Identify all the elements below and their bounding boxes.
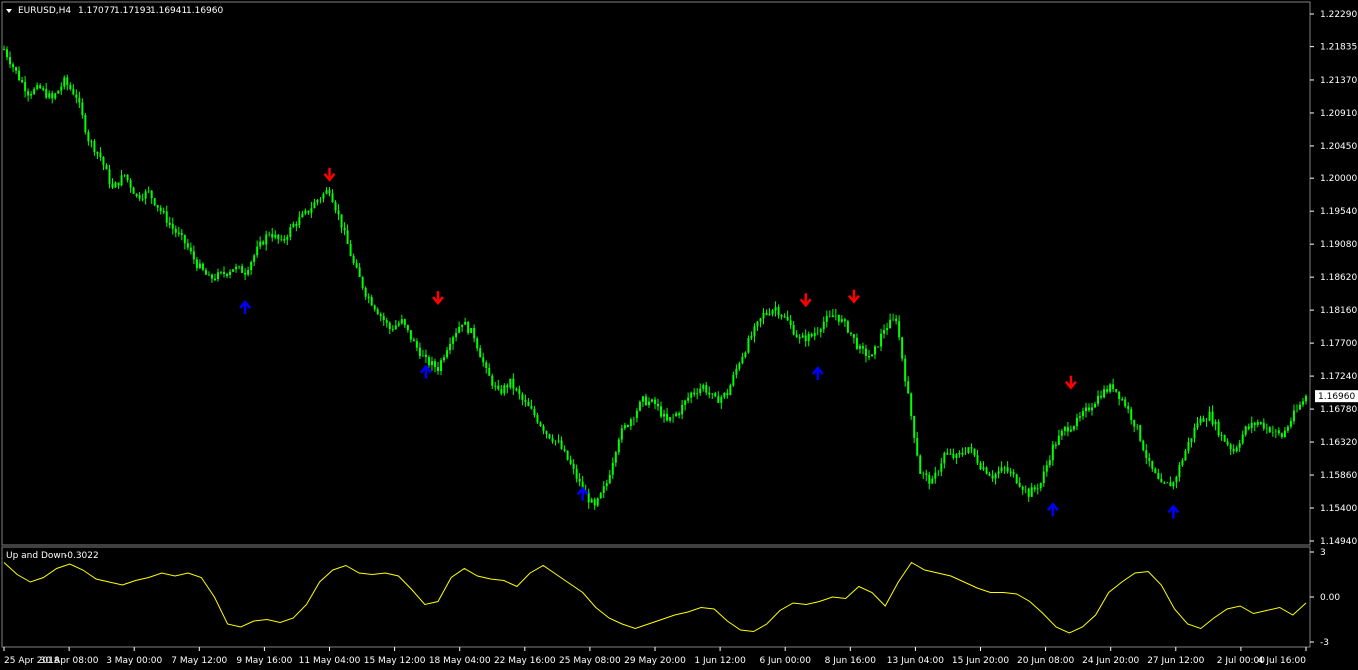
- price-tick-label: 1.21370: [1320, 76, 1357, 86]
- time-axis: 25 Apr 201830 Apr 08:00 3 May 00:00 7 May …: [3, 647, 1307, 666]
- time-tick-label: 24 Jun 20:00: [1082, 656, 1139, 666]
- time-tick-label: 27 Jun 12:00: [1147, 656, 1204, 666]
- time-tick-label: 3 May 00:00: [106, 656, 162, 666]
- current-price-label: 1.16960: [1318, 392, 1355, 402]
- chart-canvas: 1.22290 1.21835 1.21370 1.20910 1.20450 1.200…: [0, 0, 1358, 670]
- time-tick-label: 20 Jun 08:00: [1017, 656, 1074, 666]
- time-tick-label: 6 Jun 00:00: [759, 656, 811, 666]
- time-tick-label: 13 Jun 04:00: [887, 656, 944, 666]
- price-tick-label: 1.15400: [1320, 504, 1357, 514]
- price-tick-label: 1.21835: [1320, 43, 1357, 53]
- price-tick-label: 1.14940: [1320, 537, 1357, 547]
- indicator-tick-label: 0.00: [1320, 593, 1340, 603]
- price-tick-label: 1.20000: [1320, 174, 1357, 184]
- price-tick-label: 1.17700: [1320, 339, 1357, 349]
- price-tick-label: 1.16780: [1320, 405, 1357, 415]
- header-close: 1.16960: [186, 6, 223, 16]
- indicator-name: Up and Down: [6, 551, 66, 561]
- time-tick-label: 22 May 16:00: [494, 656, 556, 666]
- header-open: 1.17077: [78, 6, 115, 16]
- time-tick-label: 15 Jun 20:00: [952, 656, 1009, 666]
- indicator-tick-label: -3: [1320, 638, 1329, 648]
- price-tick-label: 1.18620: [1320, 273, 1357, 283]
- time-tick-label: 4 Jul 16:00: [1258, 656, 1307, 666]
- price-tick-label: 1.17240: [1320, 372, 1357, 382]
- price-tick-label: 1.16320: [1320, 438, 1357, 448]
- price-tick-label: 1.20910: [1320, 109, 1357, 119]
- time-tick-label: 18 May 04:00: [429, 656, 491, 666]
- price-tick-label: 1.18160: [1320, 306, 1357, 316]
- price-tick-label: 1.19540: [1320, 207, 1357, 217]
- time-tick-label: 9 May 16:00: [236, 656, 292, 666]
- time-tick-label: 29 May 20:00: [624, 656, 686, 666]
- background: [0, 0, 1358, 670]
- header-high: 1.17193: [114, 6, 151, 16]
- indicator-tick-label: 3: [1320, 548, 1326, 558]
- header-symbol: EURUSD,H4: [18, 6, 71, 16]
- time-tick-label: 30 Apr 08:00: [40, 656, 99, 666]
- time-tick-label: 7 May 12:00: [171, 656, 227, 666]
- time-tick-label: 8 Jun 16:00: [825, 656, 877, 666]
- price-tick-label: 1.20450: [1320, 142, 1357, 152]
- time-tick-label: 25 May 08:00: [559, 656, 621, 666]
- time-tick-label: 15 May 12:00: [364, 656, 426, 666]
- price-tick-label: 1.19080: [1320, 240, 1357, 250]
- price-tick-label: 1.22290: [1320, 10, 1357, 20]
- indicator-value: -0.3022: [64, 551, 99, 561]
- time-tick-label: 1 Jun 12:00: [694, 656, 746, 666]
- header-low: 1.16941: [150, 6, 187, 16]
- price-tick-label: 1.15860: [1320, 471, 1357, 481]
- time-tick-label: 11 May 04:00: [299, 656, 361, 666]
